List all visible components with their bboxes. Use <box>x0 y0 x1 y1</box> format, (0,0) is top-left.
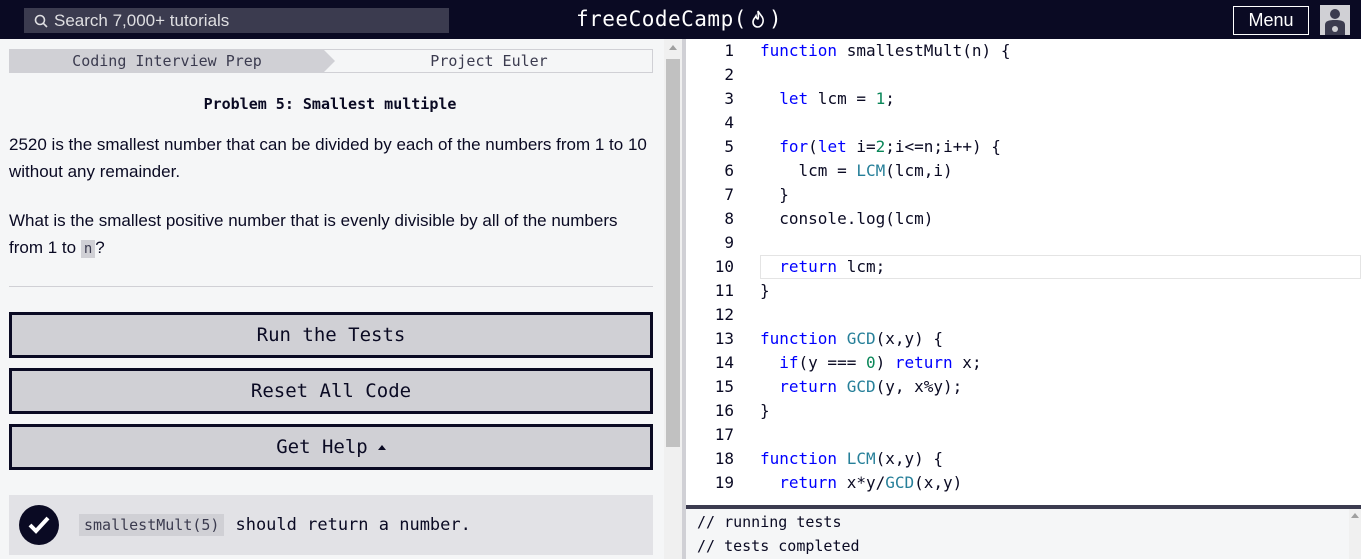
instructions-panel: Coding Interview Prep Project Euler Prob… <box>0 39 664 559</box>
code-line[interactable]: 15 return GCD(y, x%y); <box>686 375 1361 399</box>
code-line[interactable]: 9 <box>686 231 1361 255</box>
code-editor[interactable]: 1 function smallestMult(n) { 2 3 let lcm = … <box>686 39 1361 505</box>
code-line[interactable]: 2 <box>686 63 1361 87</box>
flame-icon <box>747 8 769 30</box>
code-text[interactable]: function GCD(x,y) { <box>760 327 943 351</box>
line-number: 17 <box>714 425 734 444</box>
caret-up-icon <box>377 444 386 450</box>
breadcrumb: Coding Interview Prep Project Euler <box>9 49 653 73</box>
code-text[interactable]: let lcm = 1; <box>760 87 895 111</box>
line-number: 6 <box>724 161 734 180</box>
line-number: 11 <box>714 281 734 300</box>
get-help-label: Get Help <box>276 436 368 458</box>
line-number: 9 <box>724 233 734 252</box>
code-text[interactable]: return GCD(y, x%y); <box>760 375 962 399</box>
code-text[interactable]: lcm = LCM(lcm,i) <box>760 159 953 183</box>
code-line[interactable]: 10 return lcm; <box>686 255 1361 279</box>
line-number: 5 <box>724 137 734 156</box>
line-number: 16 <box>714 401 734 420</box>
code-line[interactable]: 16} <box>686 399 1361 423</box>
line-number: 15 <box>714 377 734 396</box>
code-text[interactable]: for(let i=2;i<=n;i++) { <box>760 135 1001 159</box>
divider <box>9 286 653 287</box>
fcc-logo[interactable]: freeCodeCamp() <box>576 5 782 33</box>
line-number: 13 <box>714 329 734 348</box>
code-text[interactable]: function LCM(x,y) { <box>760 447 943 471</box>
console-scrollbar[interactable] <box>1349 509 1361 559</box>
scroll-up-icon[interactable] <box>1351 513 1359 518</box>
code-text[interactable]: } <box>760 399 770 423</box>
console-line: // tests completed <box>697 537 860 555</box>
logo-text: freeCodeCamp <box>576 7 734 31</box>
challenge-description-2: What is the smallest positive number tha… <box>9 207 653 263</box>
search-placeholder: Search 7,000+ tutorials <box>54 10 230 30</box>
line-number: 8 <box>724 209 734 228</box>
line-number: 2 <box>724 65 734 84</box>
code-text[interactable]: if(y === 0) return x; <box>760 351 981 375</box>
code-line[interactable]: 8 console.log(lcm) <box>686 207 1361 231</box>
code-text[interactable]: return lcm; <box>760 255 885 279</box>
breadcrumb-item-coding-interview-prep[interactable]: Coding Interview Prep <box>10 50 324 72</box>
challenge-title: Problem 5: Smallest multiple <box>203 95 457 113</box>
code-line[interactable]: 4 <box>686 111 1361 135</box>
line-number: 1 <box>724 41 734 60</box>
code-line[interactable]: 18 function LCM(x,y) { <box>686 447 1361 471</box>
code-line[interactable]: 11} <box>686 279 1361 303</box>
code-line[interactable]: 1 function smallestMult(n) { <box>686 39 1361 63</box>
code-line[interactable]: 6 lcm = LCM(lcm,i) <box>686 159 1361 183</box>
desc2-end: ? <box>95 238 105 257</box>
scrollbar-thumb[interactable] <box>666 59 680 447</box>
test-text: should return a number. <box>235 515 471 535</box>
code-line[interactable]: 17 <box>686 423 1361 447</box>
line-number: 18 <box>714 449 734 468</box>
test-result-row: smallestMult(5) should return a number. <box>9 495 653 555</box>
logo-paren-open: ( <box>733 7 747 31</box>
check-icon <box>19 505 59 545</box>
line-number: 4 <box>724 113 734 132</box>
reset-code-button[interactable]: Reset All Code <box>9 368 653 414</box>
breadcrumb-separator <box>324 50 335 72</box>
avatar[interactable] <box>1320 5 1350 35</box>
line-number: 10 <box>714 257 734 276</box>
code-text[interactable]: } <box>760 279 770 303</box>
scroll-up-icon[interactable] <box>669 45 677 50</box>
code-text[interactable]: return x*y/GCD(x,y) <box>760 471 962 495</box>
code-line[interactable]: 5 for(let i=2;i<=n;i++) { <box>686 135 1361 159</box>
top-nav: Search 7,000+ tutorials freeCodeCamp() M… <box>0 0 1361 39</box>
output-console: // running tests // tests completed <box>686 509 1349 559</box>
code-text[interactable]: console.log(lcm) <box>760 207 933 231</box>
console-line: // running tests <box>697 513 842 531</box>
line-number: 7 <box>724 185 734 204</box>
code-line[interactable]: 19 return x*y/GCD(x,y) <box>686 471 1361 495</box>
challenge-description-1: 2520 is the smallest number that can be … <box>9 135 647 181</box>
code-text[interactable]: } <box>760 183 789 207</box>
code-text[interactable]: function smallestMult(n) { <box>760 39 1010 63</box>
code-line[interactable]: 3 let lcm = 1; <box>686 87 1361 111</box>
run-tests-button[interactable]: Run the Tests <box>9 312 653 358</box>
avatar-icon <box>1320 5 1350 35</box>
test-code: smallestMult(5) <box>79 514 225 536</box>
inline-code: n <box>80 240 96 258</box>
code-line[interactable]: 7 } <box>686 183 1361 207</box>
breadcrumb-item-project-euler[interactable]: Project Euler <box>340 50 638 72</box>
menu-button[interactable]: Menu <box>1233 6 1309 35</box>
code-line[interactable]: 13 function GCD(x,y) { <box>686 327 1361 351</box>
logo-paren-close: ) <box>768 7 783 31</box>
line-number: 12 <box>714 305 734 324</box>
search-icon <box>32 12 50 30</box>
get-help-button[interactable]: Get Help <box>9 424 653 470</box>
line-number: 14 <box>714 353 734 372</box>
code-line[interactable]: 12 <box>686 303 1361 327</box>
line-number: 19 <box>714 473 734 492</box>
line-number: 3 <box>724 89 734 108</box>
code-line[interactable]: 14 if(y === 0) return x; <box>686 351 1361 375</box>
instructions-scrollbar[interactable] <box>664 39 682 559</box>
search-input[interactable]: Search 7,000+ tutorials <box>24 8 449 33</box>
